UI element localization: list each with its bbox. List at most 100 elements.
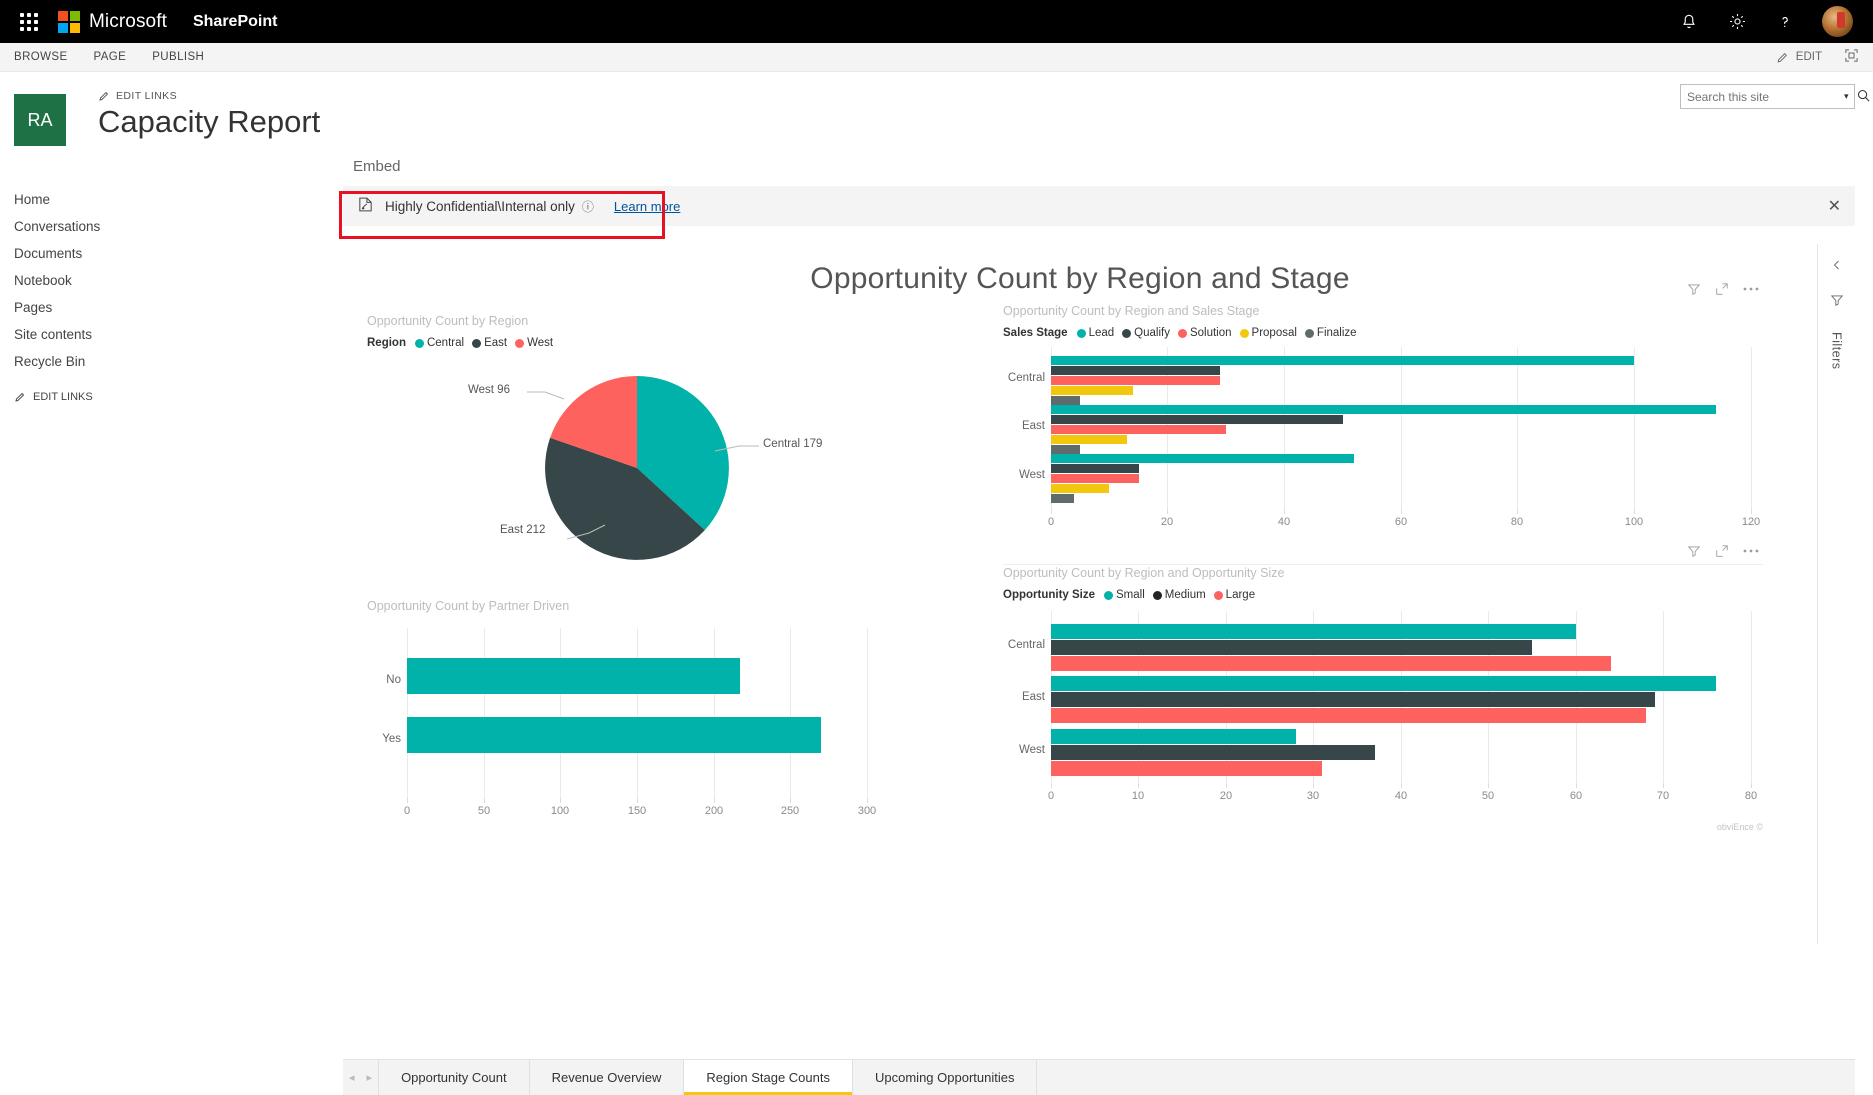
edit-links-bottom-button[interactable]: EDIT LINKS (14, 391, 168, 403)
bar-east-large[interactable] (1051, 708, 1646, 723)
close-icon[interactable]: ✕ (1828, 196, 1841, 216)
legend-item-qualify[interactable]: Qualify (1122, 327, 1170, 339)
bar-west-large[interactable] (1051, 761, 1322, 776)
bar-yes[interactable] (407, 717, 821, 753)
search-input[interactable] (1687, 90, 1842, 104)
visual-opportunity-count-by-region-and-opportunity-size[interactable]: Opportunity Count by Region and Opportun… (1003, 566, 1763, 836)
legend-item-central[interactable]: Central (415, 337, 464, 349)
bar-east-lead[interactable] (1051, 405, 1716, 414)
bar-central-solution[interactable] (1051, 376, 1220, 385)
category-label-west: West (1003, 744, 1045, 756)
bar-west-lead[interactable] (1051, 454, 1354, 463)
tab-revenue-overview[interactable]: Revenue Overview (530, 1060, 685, 1095)
sidebar-item-pages[interactable]: Pages (14, 294, 168, 321)
tab-upcoming-opportunities[interactable]: Upcoming Opportunities (853, 1060, 1037, 1095)
bar-no[interactable] (407, 658, 740, 694)
app-launcher-icon[interactable] (14, 7, 44, 37)
bar-west-finalize[interactable] (1051, 494, 1074, 503)
bar-central-small[interactable] (1051, 624, 1576, 639)
legend-item-finalize[interactable]: Finalize (1305, 327, 1357, 339)
bar-central-medium[interactable] (1051, 640, 1532, 655)
bar-east-medium[interactable] (1051, 692, 1655, 707)
ribbon-tab-browse[interactable]: BROWSE (14, 51, 68, 63)
bar-east-small[interactable] (1051, 676, 1716, 691)
learn-more-link[interactable]: Learn more (614, 199, 680, 214)
tab-region-stage-counts[interactable]: Region Stage Counts (684, 1060, 853, 1095)
bar-chart-region-sales-stage[interactable]: Central East West (1003, 347, 1763, 547)
chevron-left-icon[interactable] (1831, 258, 1843, 275)
legend-item-medium[interactable]: Medium (1153, 589, 1206, 601)
edit-links-top-button[interactable]: EDIT LINKS (98, 90, 320, 102)
user-avatar[interactable] (1822, 6, 1853, 37)
bar-east-solution[interactable] (1051, 425, 1226, 434)
visual-title: Opportunity Count by Region and Opportun… (1003, 566, 1763, 580)
pie-chart[interactable]: Central 179 East 212 West 96 (367, 361, 987, 576)
legend-swatch (1214, 591, 1223, 600)
legend-item-proposal[interactable]: Proposal (1240, 327, 1297, 339)
more-options-icon[interactable] (1743, 286, 1759, 292)
bar-east-proposal[interactable] (1051, 435, 1127, 444)
category-label-east: East (1003, 691, 1045, 703)
ribbon-tab-publish[interactable]: PUBLISH (152, 51, 204, 63)
bar-central-qualify[interactable] (1051, 366, 1220, 375)
sidebar-item-notebook[interactable]: Notebook (14, 267, 168, 294)
visual-opportunity-count-by-partner-driven[interactable]: Opportunity Count by Partner Driven No Y… (367, 599, 987, 899)
bar-central-proposal[interactable] (1051, 386, 1133, 395)
tab-next-icon[interactable]: ▸ (367, 1071, 373, 1084)
help-question-icon[interactable] (1774, 11, 1796, 33)
focus-mode-icon[interactable] (1715, 544, 1729, 558)
settings-gear-icon[interactable] (1726, 11, 1748, 33)
focus-mode-icon[interactable] (1715, 282, 1729, 296)
more-options-icon[interactable] (1743, 548, 1759, 554)
tab-prev-icon[interactable]: ◂ (349, 1071, 355, 1084)
legend-item-large[interactable]: Large (1214, 589, 1255, 601)
ribbon-tab-page[interactable]: PAGE (94, 51, 127, 63)
x-tick-40: 40 (1395, 790, 1407, 802)
legend-item-small[interactable]: Small (1104, 589, 1145, 601)
notifications-bell-icon[interactable] (1678, 11, 1700, 33)
sensitivity-info-icon[interactable]: ⓘ (582, 198, 594, 215)
sidebar-item-conversations[interactable]: Conversations (14, 213, 168, 240)
bar-west-solution[interactable] (1051, 474, 1139, 483)
bar-west-medium[interactable] (1051, 745, 1375, 760)
filters-pane-label: Filters (1830, 332, 1844, 370)
edit-page-button[interactable]: EDIT (1776, 51, 1822, 64)
product-label[interactable]: SharePoint (193, 13, 277, 31)
legend-item-lead[interactable]: Lead (1077, 327, 1115, 339)
sidebar-item-documents[interactable]: Documents (14, 240, 168, 267)
edit-links-bottom-label: EDIT LINKS (33, 391, 93, 403)
bar-east-qualify[interactable] (1051, 415, 1343, 424)
sidebar-item-site-contents[interactable]: Site contents (14, 321, 168, 348)
bar-chart-region-opportunity-size[interactable]: Central East West (1003, 611, 1763, 826)
filter-icon[interactable] (1687, 282, 1701, 296)
legend-item-solution[interactable]: Solution (1178, 327, 1232, 339)
bar-west-small[interactable] (1051, 729, 1296, 744)
tab-opportunity-count[interactable]: Opportunity Count (379, 1060, 530, 1095)
legend-swatch (1240, 329, 1249, 338)
bar-central-finalize[interactable] (1051, 396, 1080, 405)
bar-central-large[interactable] (1051, 656, 1611, 671)
bar-chart-partner-driven[interactable]: No Yes 0 50 (367, 622, 987, 842)
search-box[interactable]: ▾ (1680, 84, 1855, 109)
filter-icon[interactable] (1830, 293, 1844, 312)
bar-west-qualify[interactable] (1051, 464, 1139, 473)
filters-pane-collapsed[interactable]: Filters (1817, 244, 1855, 944)
visual-opportunity-count-by-region-and-sales-stage[interactable]: Opportunity Count by Region and Sales St… (1003, 304, 1763, 554)
bar-central-lead[interactable] (1051, 356, 1634, 365)
microsoft-logo[interactable]: Microsoft (58, 11, 167, 33)
filter-icon[interactable] (1687, 544, 1701, 558)
sidebar-item-home[interactable]: Home (14, 186, 168, 213)
legend-item-east[interactable]: East (472, 337, 507, 349)
bar-east-finalize[interactable] (1051, 445, 1080, 454)
sidebar-item-recycle-bin[interactable]: Recycle Bin (14, 348, 168, 375)
visual-opportunity-count-by-region[interactable]: Opportunity Count by Region Region Centr… (367, 314, 987, 614)
search-scope-dropdown-icon[interactable]: ▾ (1844, 91, 1849, 102)
search-magnifier-icon[interactable] (1856, 88, 1871, 106)
legend-item-west[interactable]: West (515, 337, 553, 349)
visual-title: Opportunity Count by Partner Driven (367, 599, 987, 613)
visual-header-actions (1687, 544, 1759, 558)
focus-on-content-icon[interactable] (1844, 48, 1859, 66)
pencil-icon (1776, 51, 1789, 64)
bar-west-proposal[interactable] (1051, 484, 1109, 493)
x-tick-50: 50 (1482, 790, 1494, 802)
